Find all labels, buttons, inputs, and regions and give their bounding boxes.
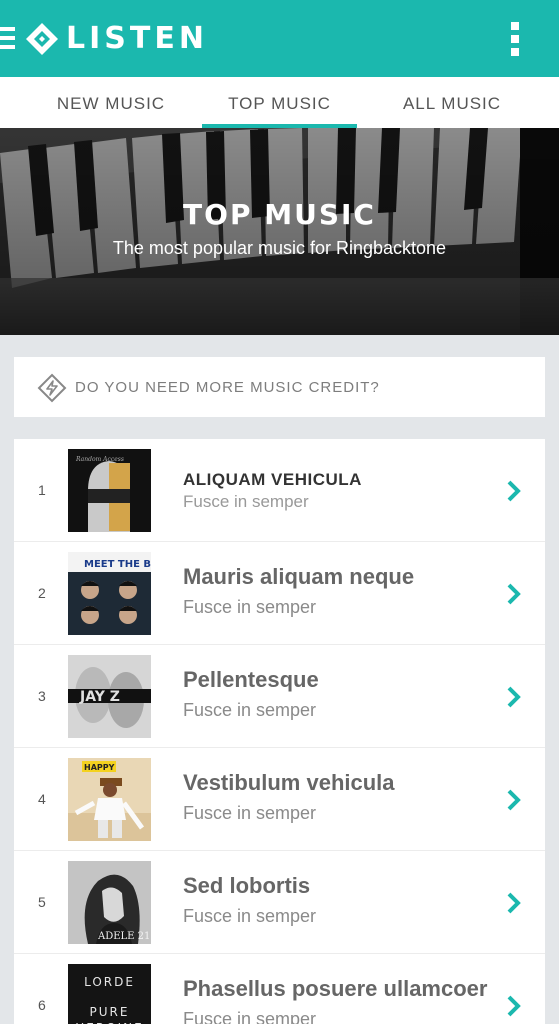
chevron-right-icon[interactable] [503, 478, 525, 504]
album-cover: JAY Z [68, 655, 151, 738]
app-bar: LISTEN [0, 0, 559, 77]
album-cover-text: MEET THE BEATLES! [84, 559, 151, 570]
album-cover-text: JAY Z [79, 689, 120, 705]
chevron-right-icon[interactable] [503, 787, 525, 813]
song-title: Phasellus posuere ullamcoer [183, 976, 488, 1001]
song-row[interactable]: 2 MEET THE BEATLES! Mauris aliquam neque… [14, 542, 545, 645]
chevron-right-icon[interactable] [503, 684, 525, 710]
song-title: Pellentesque [183, 667, 319, 692]
song-row[interactable]: 5 ADELE 21 Sed lobortis Fusce in semper [14, 851, 545, 954]
song-artist: Fusce in semper [183, 803, 317, 823]
tab-bar: NEW MUSIC TOP MUSIC ALL MUSIC [0, 77, 559, 128]
song-artist: Fusce in semper [183, 492, 309, 511]
song-rank: 3 [38, 688, 46, 704]
song-row[interactable]: 3 JAY Z Pellentesque Fusce in semper [14, 645, 545, 748]
album-cover: ADELE 21 [68, 861, 151, 944]
song-row[interactable]: 1 Random Access ALIQUAM VEHICULA Fusce i… [14, 439, 545, 542]
album-cover-text: ADELE 21 [97, 931, 150, 942]
song-artist: Fusce in semper [183, 700, 317, 720]
lightning-diamond-icon [37, 373, 67, 403]
song-artist: Fusce in semper [183, 597, 317, 617]
album-cover-text: HAPPY [84, 763, 115, 772]
song-title: ALIQUAM VEHICULA [183, 470, 362, 489]
song-list: 1 Random Access ALIQUAM VEHICULA Fusce i… [14, 439, 545, 1024]
song-rank: 2 [38, 585, 46, 601]
tab-top-music[interactable]: TOP MUSIC [202, 77, 357, 128]
logo-diamond-icon [26, 23, 58, 55]
more-vertical-icon[interactable] [509, 22, 521, 56]
album-cover: LORDE PURE HEROINE [68, 964, 151, 1024]
song-artist: Fusce in semper [183, 1009, 317, 1024]
song-rank: 4 [38, 791, 46, 807]
tab-all-music[interactable]: ALL MUSIC [370, 77, 534, 128]
hamburger-menu-icon[interactable] [0, 27, 17, 49]
song-title: Sed lobortis [183, 873, 311, 898]
tab-new-music[interactable]: NEW MUSIC [30, 77, 192, 128]
chevron-right-icon[interactable] [503, 581, 525, 607]
song-title: Mauris aliquam neque [183, 564, 415, 589]
album-cover: MEET THE BEATLES! [68, 552, 151, 635]
svg-text:PURE: PURE [90, 1005, 130, 1019]
chevron-right-icon[interactable] [503, 993, 525, 1019]
song-title: Vestibulum vehicula [183, 770, 395, 795]
svg-text:LORDE: LORDE [84, 975, 135, 989]
hero-subtitle: The most popular music for Ringbacktone [112, 238, 447, 258]
album-cover: HAPPY [68, 758, 151, 841]
hero-banner: TOP MUSIC The most popular music for Rin… [0, 128, 559, 335]
app-title: LISTEN [66, 21, 208, 56]
song-rank: 1 [38, 482, 46, 498]
music-credit-banner[interactable]: DO YOU NEED MORE MUSIC CREDIT? [14, 357, 545, 417]
song-rank: 5 [38, 894, 46, 910]
song-artist: Fusce in semper [183, 906, 317, 926]
song-row[interactable]: 4 HAPPY Vestibulum vehicula Fusce in sem… [14, 748, 545, 851]
chevron-right-icon[interactable] [503, 890, 525, 916]
svg-text:Random Access: Random Access [75, 456, 124, 463]
piano-keys-background [0, 128, 559, 335]
music-credit-label: DO YOU NEED MORE MUSIC CREDIT? [75, 379, 380, 396]
song-rank: 6 [38, 997, 46, 1013]
album-cover: Random Access [68, 449, 151, 532]
song-row[interactable]: 6 LORDE PURE HEROINE Phasellus posuere u… [14, 954, 545, 1024]
hero-title: TOP MUSIC [183, 198, 376, 231]
